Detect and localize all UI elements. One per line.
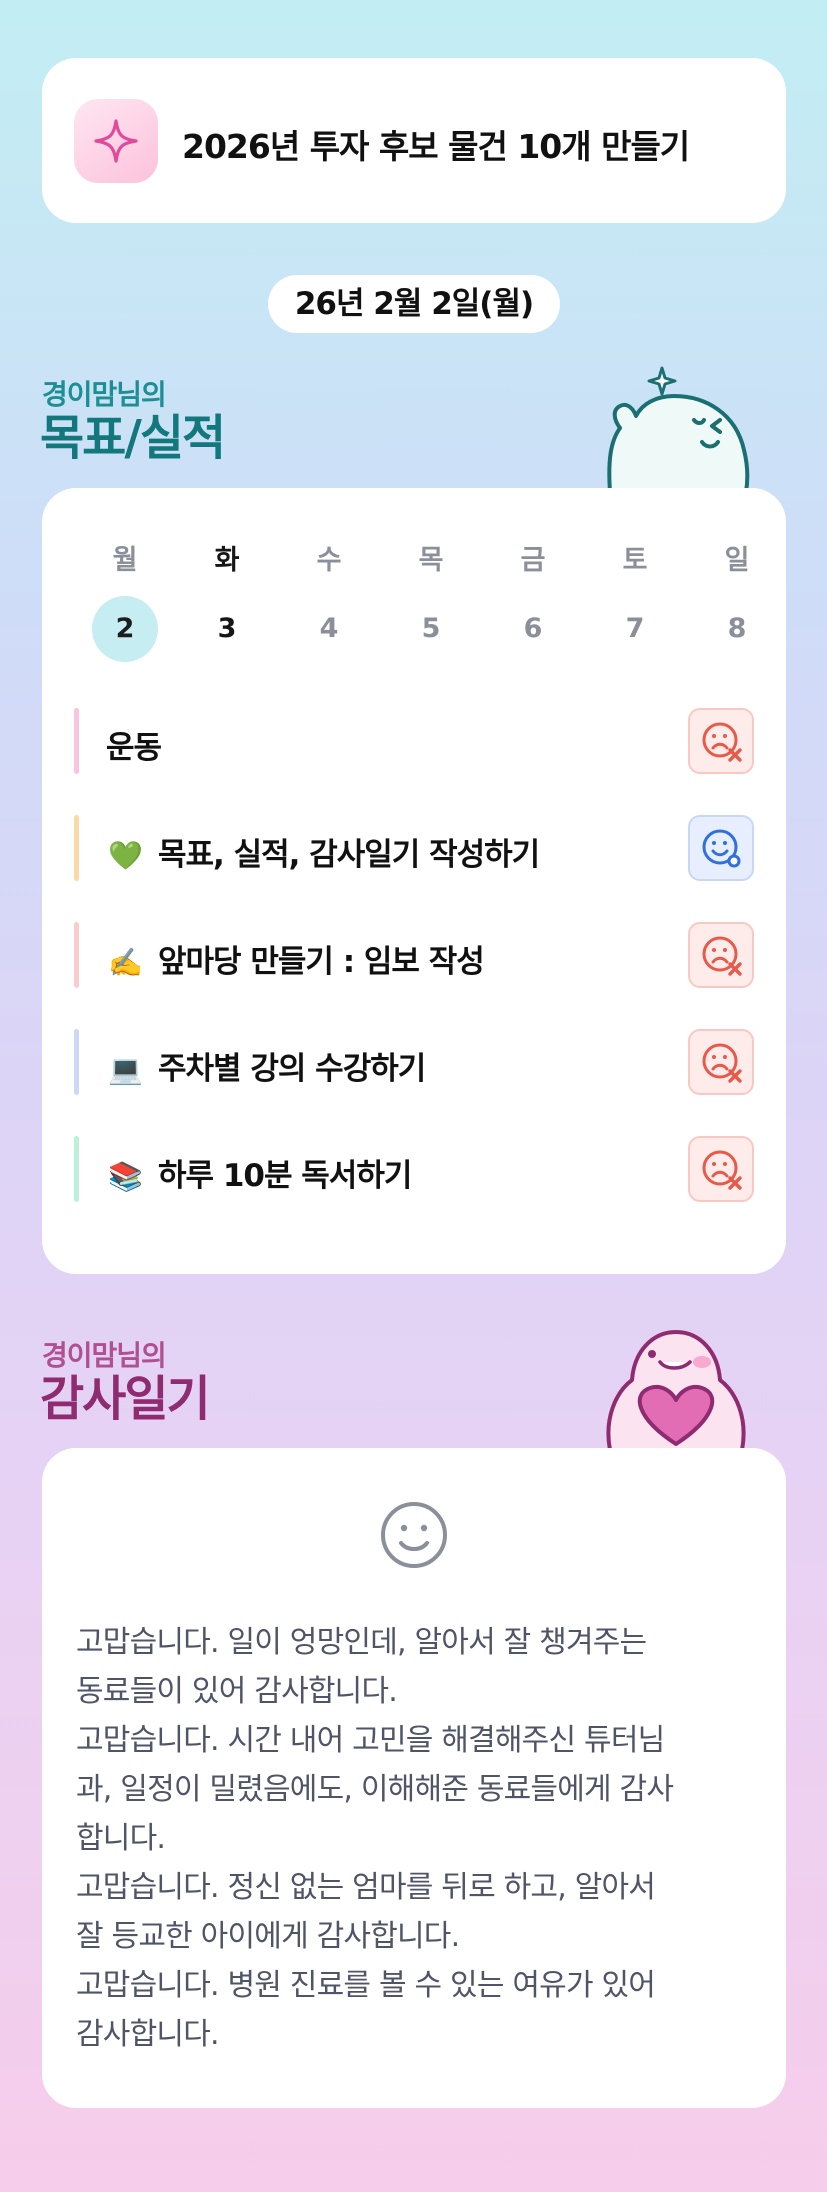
diary-line: 동료들이 있어 감사합니다. — [76, 1674, 398, 1709]
sad-x-face-icon[interactable] — [688, 1136, 754, 1202]
diary-title: 감사일기 — [40, 1371, 211, 1427]
task-row-reading[interactable]: 📚 하루 10분 독서하기 — [74, 1136, 754, 1202]
goal-tracker-card: 월 화 수 목 금 토 일 2 3 4 5 6 7 8 운동 💚 목표, 실적, … — [42, 488, 786, 1274]
smile-face-icon — [379, 1500, 449, 1574]
laptop-icon: 💻 — [108, 1053, 143, 1086]
diary-line: 감사합니다. — [76, 2017, 220, 2052]
diary-line: 잘 등교한 아이에게 감사합니다. — [76, 1919, 460, 1954]
weekday-label: 목 — [418, 545, 444, 576]
task-row-exercise[interactable]: 운동 — [74, 708, 754, 774]
day-button[interactable]: 6 — [482, 596, 584, 662]
task-label: 💻 주차별 강의 수강하기 — [106, 1043, 426, 1088]
week-day-selector: 2 3 4 5 6 7 8 — [74, 596, 788, 662]
sad-x-face-icon[interactable] — [688, 922, 754, 988]
day-button-selected[interactable]: 2 — [92, 596, 158, 662]
sparkle-icon — [74, 99, 158, 183]
task-color-bar — [74, 1136, 79, 1202]
weekday-label: 토 — [622, 545, 648, 576]
task-label-text: 주차별 강의 수강하기 — [158, 1051, 426, 1087]
diary-line: 고맙습니다. 병원 진료를 볼 수 있는 여유가 있어 — [76, 1968, 656, 2003]
task-label-text: 앞마당 만들기 : 임보 작성 — [158, 944, 485, 980]
goal-card[interactable]: 2026년 투자 후보 물건 10개 만들기 — [42, 58, 786, 223]
weekday-label: 수 — [316, 545, 342, 576]
day-button[interactable]: 4 — [278, 596, 380, 662]
task-color-bar — [74, 708, 79, 774]
day-button[interactable]: 8 — [686, 596, 788, 662]
thumbs-up-mascot-icon — [598, 362, 758, 496]
sad-x-face-icon[interactable] — [688, 1029, 754, 1095]
task-label: 📚 하루 10분 독서하기 — [106, 1150, 412, 1195]
day-button[interactable]: 5 — [380, 596, 482, 662]
diary-line: 고맙습니다. 정신 없는 엄마를 뒤로 하고, 알아서 — [76, 1870, 656, 1905]
task-label: 운동 — [106, 730, 162, 766]
task-label-text: 하루 10분 독서하기 — [158, 1158, 412, 1194]
task-color-bar — [74, 1029, 79, 1095]
weekday-header: 월 화 수 목 금 토 일 — [74, 538, 788, 577]
tracker-title: 목표/실적 — [40, 410, 226, 466]
task-color-bar — [74, 922, 79, 988]
task-row-report[interactable]: ✍️ 앞마당 만들기 : 임보 작성 — [74, 922, 754, 988]
date-label[interactable]: 26년 2월 2일(월) — [268, 275, 560, 333]
gratitude-diary-card: 고맙습니다. 일이 엉망인데, 알아서 잘 챙겨주는 동료들이 있어 감사합니다… — [42, 1448, 786, 2108]
task-label: ✍️ 앞마당 만들기 : 임보 작성 — [106, 936, 485, 981]
task-row-write-diary[interactable]: 💚 목표, 실적, 감사일기 작성하기 — [74, 815, 754, 881]
day-button[interactable]: 3 — [176, 596, 278, 662]
task-label: 💚 목표, 실적, 감사일기 작성하기 — [106, 829, 540, 874]
writing-hand-icon: ✍️ — [108, 946, 143, 979]
weekday-label: 월 — [112, 545, 138, 576]
green-heart-icon: 💚 — [108, 839, 143, 872]
weekday-label: 금 — [520, 545, 546, 576]
diary-line: 고맙습니다. 일이 엉망인데, 알아서 잘 챙겨주는 — [76, 1625, 647, 1660]
day-button[interactable]: 7 — [584, 596, 686, 662]
task-row-lecture[interactable]: 💻 주차별 강의 수강하기 — [74, 1029, 754, 1095]
heart-hug-mascot-icon — [596, 1322, 756, 1454]
task-color-bar — [74, 815, 79, 881]
books-icon: 📚 — [108, 1160, 143, 1193]
happy-face-icon[interactable] — [688, 815, 754, 881]
goal-title: 2026년 투자 후보 물건 10개 만들기 — [182, 127, 690, 166]
task-label-text: 목표, 실적, 감사일기 작성하기 — [158, 837, 540, 873]
sad-x-face-icon[interactable] — [688, 708, 754, 774]
diary-line: 고맙습니다. 시간 내어 고민을 해결해주신 튜터님 — [76, 1723, 665, 1758]
weekday-label: 일 — [724, 545, 750, 576]
diary-text: 고맙습니다. 일이 엉망인데, 알아서 잘 챙겨주는 동료들이 있어 감사합니다… — [76, 1618, 756, 2059]
weekday-label: 화 — [214, 545, 240, 576]
diary-line: 과, 일정이 밀렸음에도, 이해해준 동료들에게 감사 — [76, 1772, 674, 1807]
diary-line: 합니다. — [76, 1821, 166, 1856]
